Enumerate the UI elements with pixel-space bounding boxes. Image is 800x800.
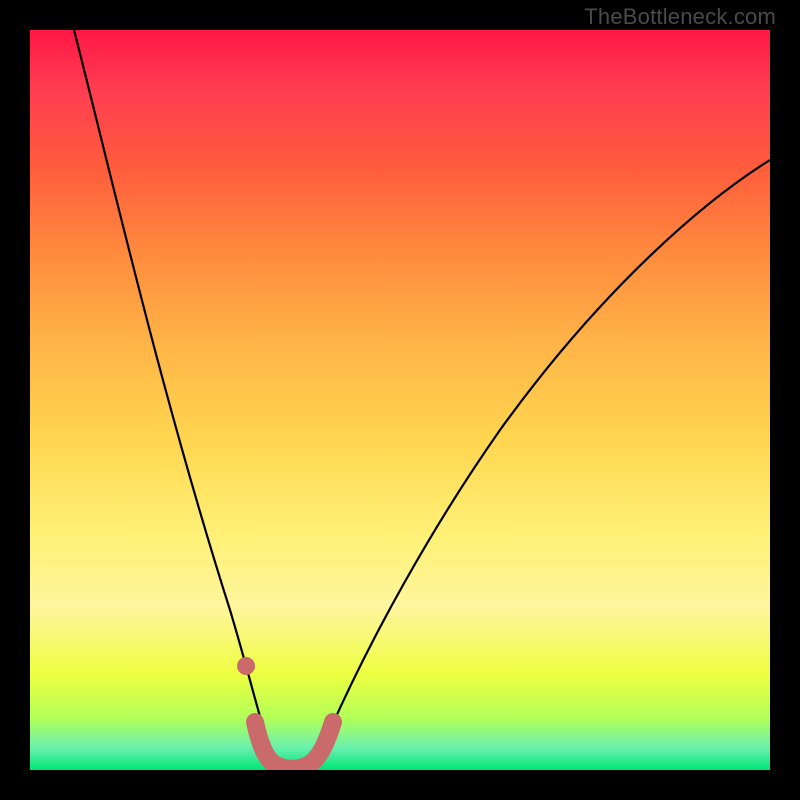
chart-frame: TheBottleneck.com [0, 0, 800, 800]
watermark-text: TheBottleneck.com [584, 4, 776, 30]
chart-svg [30, 30, 770, 770]
marker-band [237, 657, 333, 769]
bottleneck-curve [74, 30, 770, 766]
